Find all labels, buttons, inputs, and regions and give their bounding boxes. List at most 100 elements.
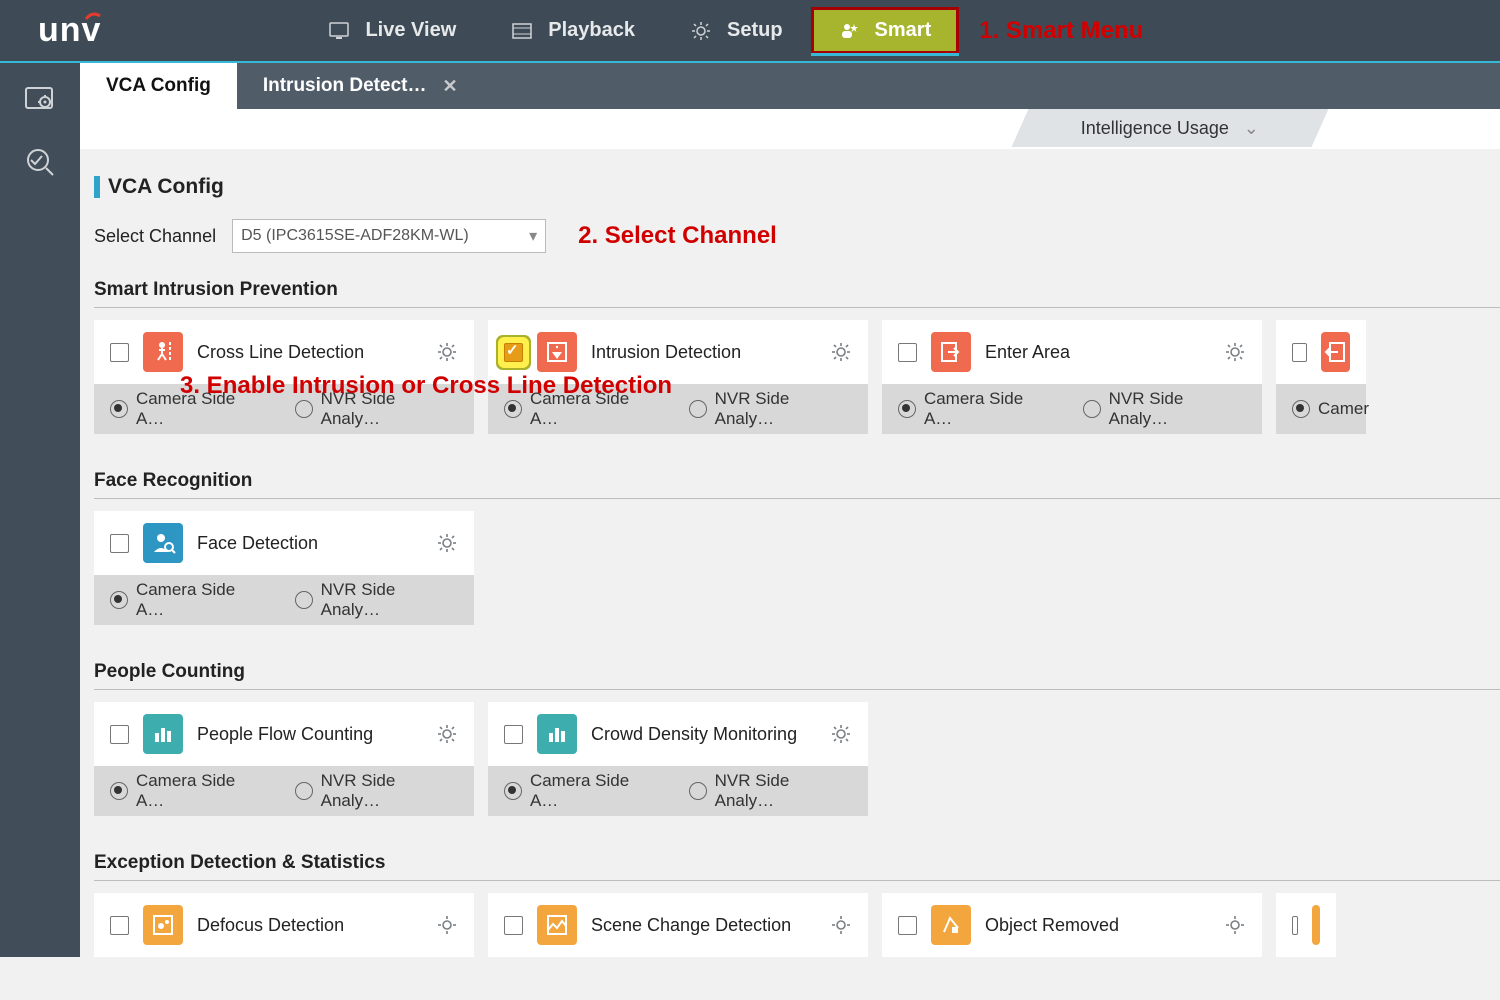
page-title-text: VCA Config bbox=[108, 175, 224, 199]
card-people-flow: People Flow Counting Camera Side A… NVR … bbox=[94, 702, 474, 816]
gear-icon[interactable] bbox=[830, 914, 852, 936]
checkbox-leave-area[interactable] bbox=[1292, 343, 1307, 362]
card-defocus: Defocus Detection bbox=[94, 893, 474, 957]
card-partial-4 bbox=[1276, 893, 1336, 957]
gear-icon[interactable] bbox=[830, 723, 852, 745]
nav-setup-label: Setup bbox=[727, 19, 783, 42]
card-people-flow-title: People Flow Counting bbox=[197, 724, 422, 745]
select-channel-value: D5 (IPC3615SE-ADF28KM-WL) bbox=[241, 227, 469, 245]
radio-camera-side[interactable]: Camera Side A… bbox=[898, 389, 1055, 429]
person-star-icon bbox=[839, 21, 859, 41]
select-channel-dropdown[interactable]: D5 (IPC3615SE-ADF28KM-WL) ▾ bbox=[232, 219, 546, 253]
nav-setup[interactable]: Setup bbox=[663, 7, 811, 54]
gear-icon[interactable] bbox=[436, 532, 458, 554]
section-face-title: Face Recognition bbox=[94, 470, 1500, 492]
card-scene-change: Scene Change Detection bbox=[488, 893, 868, 957]
intelligence-usage-label: Intelligence Usage bbox=[1081, 118, 1229, 139]
left-sidebar bbox=[0, 63, 80, 957]
radio-nvr-side[interactable]: NVR Side Analy… bbox=[689, 771, 852, 811]
checkbox-partial[interactable] bbox=[1292, 916, 1298, 935]
intrusion-icon bbox=[537, 332, 577, 372]
card-enter-area-title: Enter Area bbox=[985, 342, 1210, 363]
nav-playback[interactable]: Playback bbox=[484, 7, 663, 54]
radio-nvr-side[interactable]: NVR Side Analy… bbox=[295, 580, 458, 620]
tab-vca-config[interactable]: VCA Config bbox=[80, 63, 237, 109]
face-detection-icon bbox=[143, 523, 183, 563]
checkbox-intrusion[interactable] bbox=[504, 343, 523, 362]
card-crowd-density: Crowd Density Monitoring Camera Side A… … bbox=[488, 702, 868, 816]
card-crowd-title: Crowd Density Monitoring bbox=[591, 724, 816, 745]
brand-logo: unv bbox=[30, 11, 101, 51]
object-left-icon bbox=[1312, 905, 1320, 945]
annotation-1: 1. Smart Menu bbox=[979, 17, 1143, 45]
object-removed-icon bbox=[931, 905, 971, 945]
vca-config-icon[interactable] bbox=[23, 83, 57, 117]
checkbox-cross-line[interactable] bbox=[110, 343, 129, 362]
radio-nvr-side[interactable]: NVR Side Analy… bbox=[689, 389, 852, 429]
tab-intrusion-detection[interactable]: Intrusion Detect… ✕ bbox=[237, 63, 484, 109]
intelligence-usage-toggle[interactable]: Intelligence Usage ⌄ bbox=[1012, 109, 1329, 147]
annotation-2: 2. Select Channel bbox=[578, 222, 777, 250]
gear-icon[interactable] bbox=[436, 914, 458, 936]
content-area: VCA Config Intrusion Detect… ✕ Intellige… bbox=[80, 63, 1500, 957]
card-leave-area-partial: Camer bbox=[1276, 320, 1366, 434]
gear-icon[interactable] bbox=[436, 723, 458, 745]
nav-live-view-label: Live View bbox=[365, 19, 456, 42]
checkbox-people-flow[interactable] bbox=[110, 725, 129, 744]
scene-change-icon bbox=[537, 905, 577, 945]
monitor-icon bbox=[329, 21, 349, 41]
checkbox-crowd-density[interactable] bbox=[504, 725, 523, 744]
nav-live-view[interactable]: Live View bbox=[301, 7, 484, 54]
gear-icon bbox=[691, 21, 711, 41]
tab-intrusion-label: Intrusion Detect… bbox=[263, 75, 427, 97]
card-defocus-title: Defocus Detection bbox=[197, 915, 422, 936]
checkbox-defocus[interactable] bbox=[110, 916, 129, 935]
section-people-title: People Counting bbox=[94, 661, 1500, 683]
annotation-3: 3. Enable Intrusion or Cross Line Detect… bbox=[180, 372, 672, 400]
nav-smart-label: Smart bbox=[875, 19, 932, 42]
radio-camera-side[interactable]: Camer bbox=[1292, 399, 1369, 419]
checkbox-scene-change[interactable] bbox=[504, 916, 523, 935]
card-object-removed: Object Removed bbox=[882, 893, 1262, 957]
leave-area-icon bbox=[1321, 332, 1350, 372]
tab-vca-config-label: VCA Config bbox=[106, 75, 211, 97]
close-icon[interactable]: ✕ bbox=[442, 76, 457, 97]
nav-smart[interactable]: Smart bbox=[811, 7, 960, 54]
caret-down-icon: ▾ bbox=[529, 226, 537, 246]
radio-camera-side[interactable]: Camera Side A… bbox=[110, 771, 267, 811]
card-intrusion-title: Intrusion Detection bbox=[591, 342, 816, 363]
checkbox-face-detection[interactable] bbox=[110, 534, 129, 553]
section-sip-title: Smart Intrusion Prevention bbox=[94, 279, 1500, 301]
gear-icon[interactable] bbox=[1224, 341, 1246, 363]
select-channel-label: Select Channel bbox=[94, 226, 216, 247]
bar-chart-icon bbox=[537, 714, 577, 754]
radio-nvr-side[interactable]: NVR Side Analy… bbox=[295, 771, 458, 811]
film-icon bbox=[512, 21, 532, 41]
page-title: VCA Config bbox=[94, 175, 1500, 199]
card-enter-area: Enter Area Camera Side A… NVR Side Analy… bbox=[882, 320, 1262, 434]
card-object-removed-title: Object Removed bbox=[985, 915, 1210, 936]
bar-chart-icon bbox=[143, 714, 183, 754]
top-menu: Live View Playback Setup Smart 1. Smart … bbox=[301, 7, 1143, 54]
gear-icon[interactable] bbox=[830, 341, 852, 363]
nav-playback-label: Playback bbox=[548, 19, 635, 42]
radio-nvr-side[interactable]: NVR Side Analy… bbox=[1083, 389, 1246, 429]
gear-icon[interactable] bbox=[1224, 914, 1246, 936]
radio-camera-side[interactable]: Camera Side A… bbox=[504, 771, 661, 811]
cross-line-icon bbox=[143, 332, 183, 372]
radio-camera-side[interactable]: Camera Side A… bbox=[110, 580, 267, 620]
chevron-down-icon: ⌄ bbox=[1244, 118, 1259, 139]
card-face-detection: Face Detection Camera Side A… NVR Side A… bbox=[94, 511, 474, 625]
card-face-detection-title: Face Detection bbox=[197, 533, 422, 554]
top-nav: unv Live View Playback Setup Smart 1. Sm… bbox=[0, 0, 1500, 63]
card-cross-line-title: Cross Line Detection bbox=[197, 342, 422, 363]
enter-area-icon bbox=[931, 332, 971, 372]
checkbox-object-removed[interactable] bbox=[898, 916, 917, 935]
card-scene-title: Scene Change Detection bbox=[591, 915, 816, 936]
brand-text: unv bbox=[38, 11, 101, 50]
checkbox-enter-area[interactable] bbox=[898, 343, 917, 362]
gear-icon[interactable] bbox=[436, 341, 458, 363]
defocus-icon bbox=[143, 905, 183, 945]
tab-strip: VCA Config Intrusion Detect… ✕ bbox=[80, 63, 1500, 109]
analytics-search-icon[interactable] bbox=[23, 145, 57, 179]
